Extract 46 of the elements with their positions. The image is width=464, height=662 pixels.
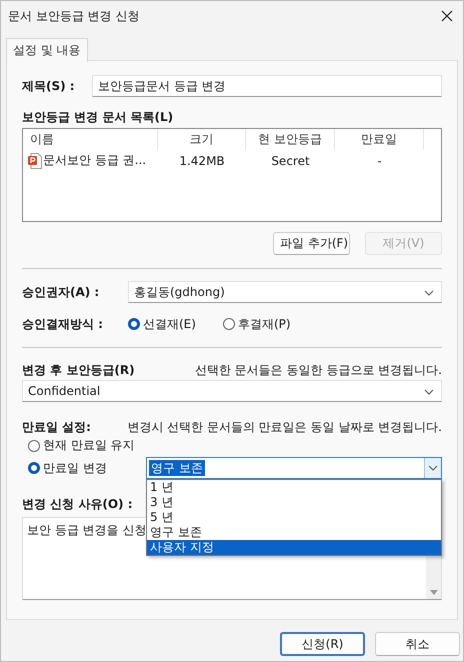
column-header[interactable]: 이름 <box>23 129 158 150</box>
dropdown-option[interactable]: 1 년 <box>147 480 441 495</box>
radio-button[interactable] <box>28 462 40 474</box>
chevron-down-icon <box>424 389 434 395</box>
dialog-button[interactable]: 신청(R) <box>280 632 365 656</box>
expiry-setting-note: 변경시 선택한 문서들의 만료일은 동일 날짜로 변경됩니다. <box>127 418 442 436</box>
column-header[interactable]: 현 보안등급 <box>246 129 335 150</box>
dropdown-option[interactable]: 3 년 <box>147 495 441 510</box>
approver-label: 승인권자(A) : <box>22 284 100 300</box>
presentation-file-icon <box>28 152 42 168</box>
radio-label[interactable]: 선결재(E) <box>143 316 196 332</box>
close-icon[interactable] <box>441 10 453 22</box>
radio-button[interactable] <box>128 318 140 330</box>
approver-dropdown[interactable]: 홍길동(gdhong) <box>128 281 442 303</box>
dropdown-option[interactable]: 사용자 지정 <box>147 540 441 555</box>
reason-label: 변경 신청 사유(O) : <box>22 496 133 512</box>
security-level-dropdown[interactable]: Confidential <box>22 380 442 402</box>
window-title: 문서 보안등급 변경 신청 <box>8 8 140 24</box>
approval-method-label: 승인결재방식 : <box>22 316 104 332</box>
security-level-label: 변경 후 보안등급(R) <box>22 362 135 378</box>
security-level-note: 선택한 문서들은 동일한 등급으로 변경됩니다. <box>194 362 442 378</box>
radio-button[interactable] <box>28 440 40 452</box>
column-header[interactable]: 크기 <box>158 129 246 150</box>
table-cell-text: 1.42MB <box>178 154 226 168</box>
dialog-button[interactable]: 취소 <box>375 632 460 656</box>
radio-label[interactable]: 만료일 변경 <box>43 460 107 476</box>
radio-label[interactable]: 후결재(P) <box>238 316 291 332</box>
reason-text: 보안 등급 변경을 신청 <box>27 523 146 537</box>
expiry-setting-label: 만료일 설정: <box>22 418 91 436</box>
radio-label[interactable]: 현재 만료일 유지 <box>43 437 135 454</box>
dropdown-button[interactable] <box>424 458 441 478</box>
chevron-down-icon <box>428 465 438 471</box>
tab[interactable]: 설정 및 내용 <box>6 38 88 62</box>
document-list-label: 보안등급 변경 문서 목록(L) <box>22 109 174 125</box>
radio-button[interactable] <box>223 318 235 330</box>
chevron-down-icon <box>424 290 434 296</box>
file-name: 문서보안 등급 권... <box>43 152 146 169</box>
subject-label: 제목(S) : <box>22 78 76 94</box>
column-header[interactable]: 만료일 <box>335 129 424 150</box>
table-cell-text: - <box>376 154 383 168</box>
document-list[interactable]: 이름 크기 현 보안등급 만료일 문서보안 등급 권... 1.42MB Secret - <box>22 128 442 222</box>
combo-value: 영구 보존 <box>149 460 205 476</box>
dropdown-option[interactable]: 영구 보존 <box>147 525 441 540</box>
table-cell-text: Secret <box>270 154 311 168</box>
subject-field[interactable]: 보안등급문서 등급 변경 <box>92 75 442 97</box>
list-button[interactable]: 파일 추가(F) <box>273 232 350 255</box>
